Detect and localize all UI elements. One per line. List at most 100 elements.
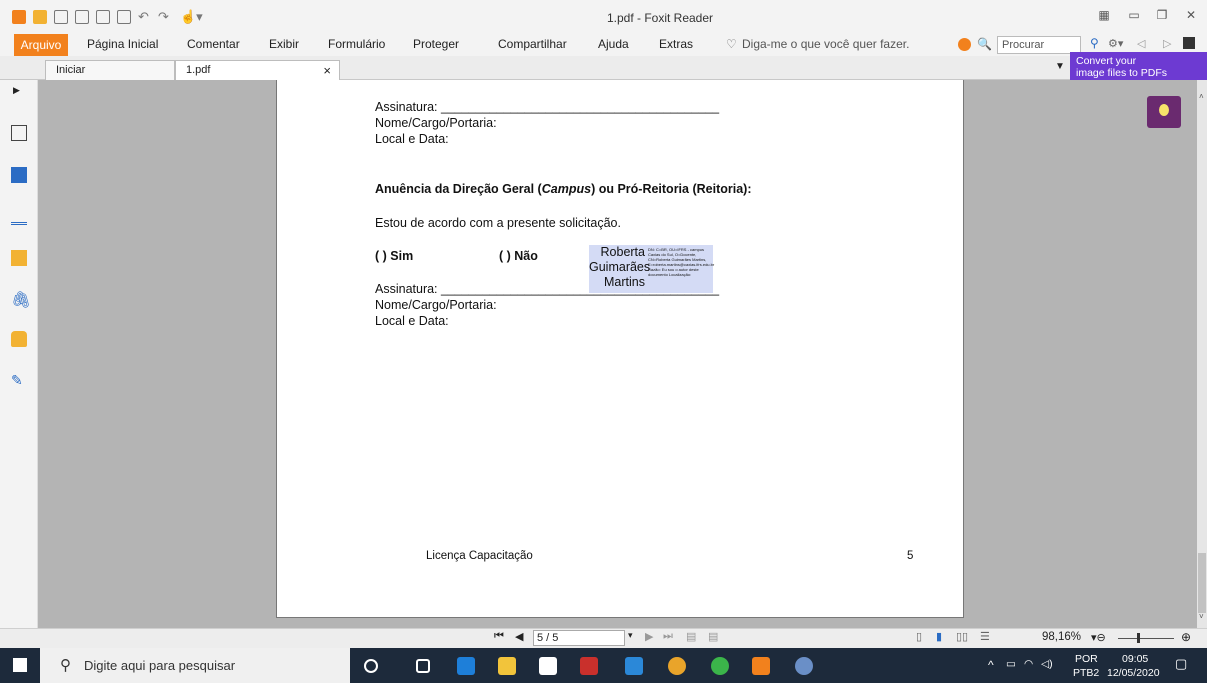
- lightbulb-icon[interactable]: [1147, 96, 1181, 128]
- open-folder-icon[interactable]: [33, 10, 47, 24]
- zoom-out-icon[interactable]: ▾⊖: [1091, 631, 1106, 644]
- single-page-icon[interactable]: ▯: [916, 630, 922, 643]
- foxit-taskbar-icon[interactable]: [752, 657, 770, 675]
- file-explorer-icon[interactable]: [498, 657, 516, 675]
- menu-compartilhar[interactable]: Compartilhar: [498, 37, 567, 51]
- tray-chevron-icon[interactable]: ^: [988, 658, 994, 672]
- facing-pages-icon[interactable]: ▯▯: [956, 630, 968, 643]
- zoom-slider-handle[interactable]: [1137, 633, 1140, 643]
- chevron-down-icon[interactable]: ▼: [1055, 61, 1065, 72]
- digital-signature-field[interactable]: Roberta Guimarães Martins DN: C=BR, OU=I…: [589, 245, 714, 293]
- approval-heading: Anuência da Direção Geral (Campus) ou Pr…: [375, 182, 751, 196]
- find-icon[interactable]: 🔍: [977, 37, 992, 51]
- search-icon[interactable]: ⚲: [1090, 36, 1099, 50]
- page-footer-title: Licença Capacitação: [426, 550, 533, 562]
- notifications-icon[interactable]: ▢: [1175, 656, 1187, 672]
- page-number-input[interactable]: 5 / 5: [533, 630, 625, 646]
- vertical-scrollbar[interactable]: [1197, 80, 1207, 628]
- language-top[interactable]: POR: [1075, 653, 1098, 665]
- clipboard-icon[interactable]: [117, 10, 131, 24]
- menu-comentar[interactable]: Comentar: [187, 37, 240, 51]
- edge-icon[interactable]: [457, 657, 475, 675]
- lock-icon[interactable]: [11, 331, 27, 347]
- whatsapp-icon[interactable]: [711, 657, 729, 675]
- tab-label: Iniciar: [56, 64, 86, 76]
- smartwatch-app-icon[interactable]: [580, 657, 598, 675]
- name-line-1: Nome/Cargo/Portaria:: [375, 116, 497, 130]
- volume-icon[interactable]: ◁): [1041, 658, 1053, 670]
- close-button[interactable]: ✕: [1176, 6, 1206, 24]
- page-dropdown-icon[interactable]: ▾: [628, 630, 633, 641]
- nav-back-icon[interactable]: ◁: [1137, 37, 1145, 50]
- tab-iniciar[interactable]: Iniciar: [45, 60, 175, 80]
- scroll-up-icon[interactable]: ˄: [1199, 92, 1204, 101]
- menu-exibir[interactable]: Exibir: [269, 37, 299, 51]
- battery-icon[interactable]: ▭: [1006, 658, 1016, 670]
- mail-icon[interactable]: [625, 657, 643, 675]
- settings-icon[interactable]: ⚙▾: [1108, 37, 1123, 50]
- undo-icon[interactable]: ↶: [138, 10, 152, 24]
- save-icon[interactable]: [54, 10, 68, 24]
- clock-time[interactable]: 09:05: [1122, 653, 1148, 665]
- zoom-slider[interactable]: [1118, 638, 1174, 639]
- menu-extras[interactable]: Extras: [659, 37, 693, 51]
- agreement-text: Estou de acordo com a presente solicitaç…: [375, 216, 621, 230]
- clock-date[interactable]: 12/05/2020: [1107, 667, 1160, 679]
- previous-page-icon[interactable]: ◀: [515, 630, 523, 643]
- close-tab-icon[interactable]: ×: [323, 63, 331, 78]
- menu-proteger[interactable]: Proteger: [413, 37, 459, 51]
- pdf-page: [276, 80, 964, 618]
- redo-icon[interactable]: ↷: [158, 10, 172, 24]
- previous-view-icon[interactable]: ▤: [686, 630, 696, 643]
- option-no: ( ) Não: [499, 249, 538, 263]
- bookmark-icon[interactable]: [11, 125, 27, 141]
- tell-me-input[interactable]: Diga-me o que você quer fazer.: [742, 37, 909, 51]
- search-input[interactable]: Procurar: [997, 36, 1081, 54]
- language-bottom[interactable]: PTB2: [1073, 667, 1099, 679]
- search-icon: ⚲: [60, 657, 71, 674]
- lightbulb-hint-icon: ♡: [726, 37, 737, 51]
- minimize-button[interactable]: ▭: [1119, 6, 1149, 24]
- signature-line-1: Assinatura: ____________________________…: [375, 100, 720, 114]
- last-page-icon[interactable]: ⏭: [663, 630, 673, 643]
- paint-icon[interactable]: [795, 657, 813, 675]
- ribbon-display-icon[interactable]: ▦: [1089, 6, 1119, 24]
- user-icon[interactable]: [1183, 37, 1195, 49]
- document-tabs: Iniciar 1.pdf × ▼: [0, 56, 1207, 80]
- attachment-icon[interactable]: 🖇: [11, 290, 31, 309]
- continuous-page-icon[interactable]: ▮: [936, 630, 942, 643]
- continuous-facing-icon[interactable]: ☰: [980, 630, 990, 643]
- task-view-icon[interactable]: [416, 659, 430, 673]
- layers-icon[interactable]: [11, 209, 27, 225]
- store-icon[interactable]: [539, 657, 557, 675]
- foxit-store-icon[interactable]: [958, 38, 971, 51]
- nav-forward-icon[interactable]: ▷: [1163, 37, 1171, 50]
- first-page-icon[interactable]: ⏮: [494, 630, 504, 643]
- comments-icon[interactable]: [11, 250, 27, 266]
- chrome-icon[interactable]: [668, 657, 686, 675]
- zoom-level[interactable]: 98,16%: [1042, 631, 1081, 643]
- pages-icon[interactable]: [11, 167, 27, 183]
- menu-formulario[interactable]: Formulário: [328, 37, 385, 51]
- print-icon[interactable]: [75, 10, 89, 24]
- scroll-thumb[interactable]: [1198, 553, 1206, 613]
- next-page-icon[interactable]: ▶: [645, 630, 653, 643]
- wifi-icon[interactable]: ◠: [1024, 658, 1033, 670]
- next-view-icon[interactable]: ▤: [708, 630, 718, 643]
- scroll-down-icon[interactable]: ˅: [1199, 612, 1204, 621]
- expand-panel-icon[interactable]: ▶: [13, 85, 20, 96]
- ad-line-1: Convert your: [1076, 55, 1137, 67]
- menu-ajuda[interactable]: Ajuda: [598, 37, 629, 51]
- tab-1pdf[interactable]: 1.pdf ×: [175, 60, 340, 80]
- windows-start-icon[interactable]: [13, 658, 27, 672]
- print-preview-icon[interactable]: [96, 10, 110, 24]
- cortana-icon[interactable]: [364, 659, 378, 673]
- zoom-in-icon[interactable]: ⊕: [1181, 630, 1191, 644]
- signature-pen-icon[interactable]: ✎: [11, 372, 27, 388]
- name-line-2: Nome/Cargo/Portaria:: [375, 298, 497, 312]
- hand-tool-icon[interactable]: ☝▾: [180, 10, 204, 24]
- place-line-1: Local e Data:: [375, 132, 449, 146]
- menu-pagina-inicial[interactable]: Página Inicial: [87, 37, 158, 51]
- restore-button[interactable]: ❐: [1147, 6, 1177, 24]
- menu-arquivo[interactable]: Arquivo: [14, 34, 68, 56]
